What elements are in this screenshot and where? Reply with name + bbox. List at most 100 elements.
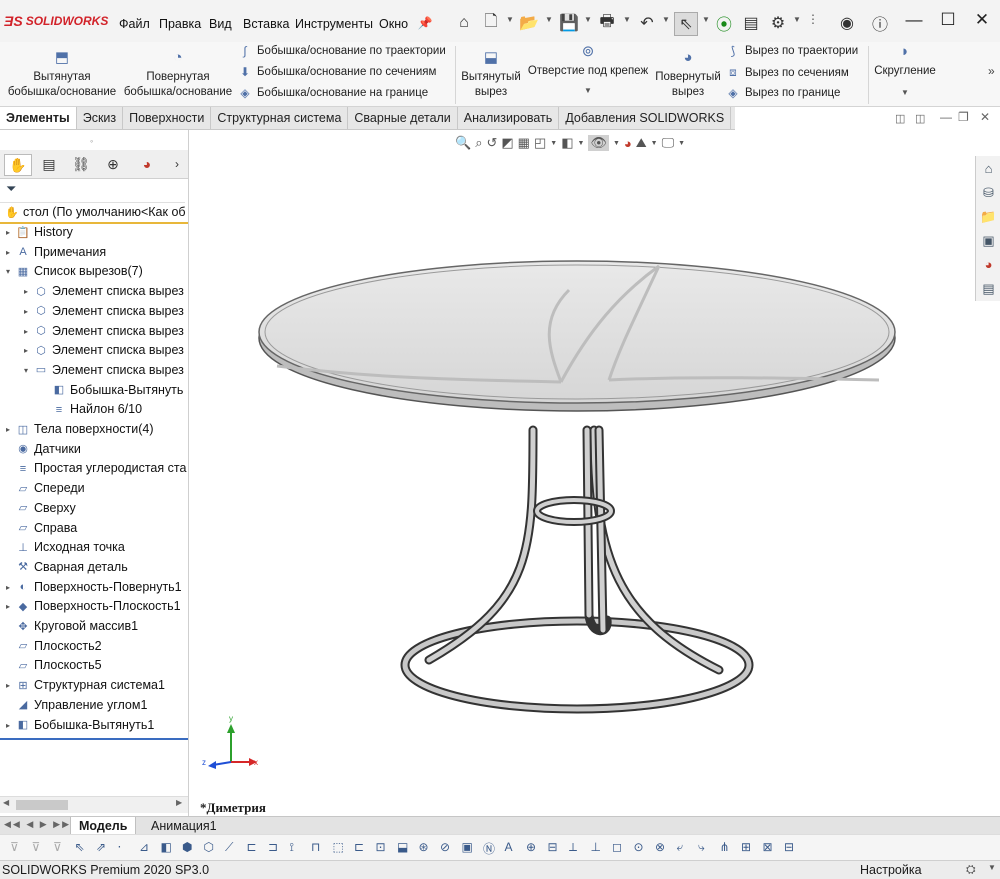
tree-item[interactable]: ▸ ⬡ Элемент списка вырез xyxy=(21,341,188,360)
table-model[interactable] xyxy=(189,130,975,816)
chevron-down-icon[interactable]: ▼ xyxy=(702,15,710,24)
display-manager-tab-icon[interactable]: ◕ xyxy=(134,154,160,174)
selection-filter-icon[interactable]: ⤶ xyxy=(677,840,684,855)
print-icon[interactable]: 🖶 xyxy=(596,12,618,34)
expand-right-icon[interactable]: ▸ xyxy=(3,676,13,695)
tree-item[interactable]: ▸ ◧ Бобышка-Вытянуть1 xyxy=(3,716,188,735)
file-properties-icon[interactable]: ▤ xyxy=(740,12,762,34)
expand-right-icon[interactable]: ▸ xyxy=(21,322,31,341)
selection-filter-icon[interactable]: ⊽ xyxy=(32,840,41,854)
rebuild-traffic-light-icon[interactable]: ⦿ xyxy=(713,12,735,34)
new-document-icon[interactable]: 🗋 xyxy=(480,12,502,34)
expand-right-icon[interactable]: ▸ xyxy=(3,578,13,597)
tree-item[interactable]: ▸ ⬡ Элемент списка вырез xyxy=(21,282,188,301)
menu-insert[interactable]: Вставка xyxy=(243,17,289,31)
expand-right-icon[interactable]: ▸ xyxy=(3,716,13,735)
selection-filter-icon[interactable]: ⇗ xyxy=(96,840,106,854)
gear-icon[interactable]: ⚙ xyxy=(767,12,789,34)
selection-filter-icon[interactable]: ⊥ xyxy=(591,840,601,854)
loft-cut-button[interactable]: ⧈ Вырез по сечениям xyxy=(726,65,849,80)
chevron-down-icon[interactable]: ▼ xyxy=(793,15,801,24)
selection-filter-icon[interactable]: ⊽ xyxy=(53,840,62,854)
menu-window[interactable]: Окно xyxy=(379,17,408,31)
status-customize[interactable]: Настройка xyxy=(860,863,922,877)
selection-filter-icon[interactable]: ⬡ xyxy=(204,840,214,854)
selection-filter-icon[interactable]: ⬚ xyxy=(333,840,344,854)
rollback-bar[interactable] xyxy=(0,738,188,740)
tree-item[interactable]: ▸ ⬡ Элемент списка вырез xyxy=(21,302,188,321)
extrude-cut-button[interactable]: ⬓ Вытянутый вырез xyxy=(460,50,522,100)
tree-item[interactable]: ▱ Сверху xyxy=(3,499,188,518)
tree-item[interactable]: ▸ ⬡ Элемент списка вырез xyxy=(21,322,188,341)
tree-item[interactable]: ◧ Бобышка-Вытянуть xyxy=(39,381,188,400)
tree-item[interactable]: ▸ ◐ Поверхность-Повернуть1 xyxy=(3,578,188,597)
selection-filter-icon[interactable]: ⊗ xyxy=(655,840,665,854)
chevron-down-icon[interactable]: ▼ xyxy=(872,85,938,100)
expand-right-icon[interactable]: ▸ xyxy=(3,420,13,439)
maximize-icon[interactable]: ☐ xyxy=(936,10,960,30)
feature-manager-tab-icon[interactable]: ✋ xyxy=(4,154,32,176)
tab-evaluate[interactable]: Анализировать xyxy=(458,107,560,129)
selection-filter-icon[interactable]: ⊟ xyxy=(784,840,794,854)
selection-filter-icon[interactable]: ⊏ xyxy=(247,840,257,854)
chevron-down-icon[interactable]: ▼ xyxy=(988,863,996,872)
help-icon[interactable]: ⓘ xyxy=(869,12,891,34)
tab-weldments[interactable]: Сварные детали xyxy=(348,107,458,129)
selection-filter-icon[interactable]: ⟟ xyxy=(290,840,294,855)
tree-item[interactable]: ≡ Найлон 6/10 xyxy=(39,400,188,419)
tab-animation1[interactable]: Анимация1 xyxy=(143,817,225,835)
selection-filter-icon[interactable]: ▣ xyxy=(462,840,473,854)
save-icon[interactable]: 💾 xyxy=(558,12,580,34)
selection-filter-icon[interactable]: ◻ xyxy=(612,840,622,854)
tree-item[interactable]: ▱ Плоскость5 xyxy=(3,656,188,675)
revolve-cut-button[interactable]: ◕ Повернутый вырез xyxy=(654,50,722,100)
home-icon[interactable]: ⌂ xyxy=(979,159,998,178)
tree-item[interactable]: ⚒ Сварная деталь xyxy=(3,558,188,577)
tree-horizontal-scrollbar[interactable]: ◀ ▶ xyxy=(0,796,188,813)
loft-boss-button[interactable]: ⬇ Бобышка/основание по сечениям xyxy=(238,65,436,79)
hole-wizard-button[interactable]: ⊚ Отверстие под крепеж ▼ xyxy=(526,44,650,98)
tree-item[interactable]: ▱ Плоскость2 xyxy=(3,637,188,656)
tree-item[interactable]: ▸ ⊞ Структурная система1 xyxy=(3,676,188,695)
revolve-boss-button[interactable]: ◔ Повернутая бобышка/основание xyxy=(122,50,234,100)
pin-icon[interactable]: 📌 xyxy=(414,12,436,34)
selection-filter-icon[interactable]: ⊏ xyxy=(354,840,364,854)
expand-right-icon[interactable]: ▸ xyxy=(21,302,31,321)
selection-filter-icon[interactable]: ⊘ xyxy=(440,840,450,854)
selection-filter-icon[interactable]: ⊟ xyxy=(548,840,558,854)
selection-filter-icon[interactable]: ⬓ xyxy=(397,840,408,854)
selection-filter-icon[interactable]: ⟂ xyxy=(569,840,577,855)
expand-right-icon[interactable]: ▸ xyxy=(3,243,13,262)
tab-scroll-arrows-icon[interactable]: ◀◀ ◀ ▶ ▶▶ xyxy=(4,819,71,830)
tree-item[interactable]: ▱ Справа xyxy=(3,519,188,538)
scroll-left-icon[interactable]: ◀ xyxy=(3,798,9,807)
user-account-icon[interactable]: ◉ xyxy=(836,12,858,34)
undo-icon[interactable]: ↶ xyxy=(636,12,658,34)
restore-pane-icon[interactable]: ◫ xyxy=(895,112,905,125)
chevron-down-icon[interactable]: ▼ xyxy=(506,15,514,24)
selection-filter-icon[interactable]: ⊠ xyxy=(763,840,773,854)
selection-filter-icon[interactable]: ⇖ xyxy=(75,840,85,854)
chevron-down-icon[interactable]: ▼ xyxy=(526,83,650,98)
chevron-down-icon[interactable]: ▼ xyxy=(584,15,592,24)
property-manager-tab-icon[interactable]: ▤ xyxy=(36,154,62,174)
selection-filter-icon[interactable]: ⊞ xyxy=(741,840,751,854)
tree-item[interactable]: ▾ ▦ Список вырезов(7) xyxy=(3,262,188,281)
menu-view[interactable]: Вид xyxy=(209,17,232,31)
scroll-right-icon[interactable]: ▶ xyxy=(176,798,182,807)
doc-minimize-icon[interactable]: — xyxy=(940,110,952,124)
tree-item[interactable]: ◉ Датчики xyxy=(3,440,188,459)
expand-down-icon[interactable]: ▾ xyxy=(3,262,13,281)
minimize-icon[interactable]: — xyxy=(902,10,926,30)
selection-filter-icon[interactable]: ⟋ xyxy=(225,840,233,855)
expand-down-icon[interactable]: ▾ xyxy=(21,361,31,380)
selection-filter-icon[interactable]: ⊽ xyxy=(10,840,19,854)
tree-root[interactable]: ✋ стол (По умолчанию<Как об xyxy=(2,203,188,222)
selection-filter-icon[interactable]: ⊙ xyxy=(634,840,644,854)
selection-filter-icon[interactable]: ⊿ xyxy=(139,840,149,854)
tree-item[interactable]: ✥ Круговой массив1 xyxy=(3,617,188,636)
tab-structure-system[interactable]: Структурная система xyxy=(211,107,349,129)
selection-filter-icon[interactable]: ⤷ xyxy=(698,840,705,855)
boundary-cut-button[interactable]: ◈ Вырез по границе xyxy=(726,86,840,100)
tab-sketch[interactable]: Эскиз xyxy=(77,107,124,129)
